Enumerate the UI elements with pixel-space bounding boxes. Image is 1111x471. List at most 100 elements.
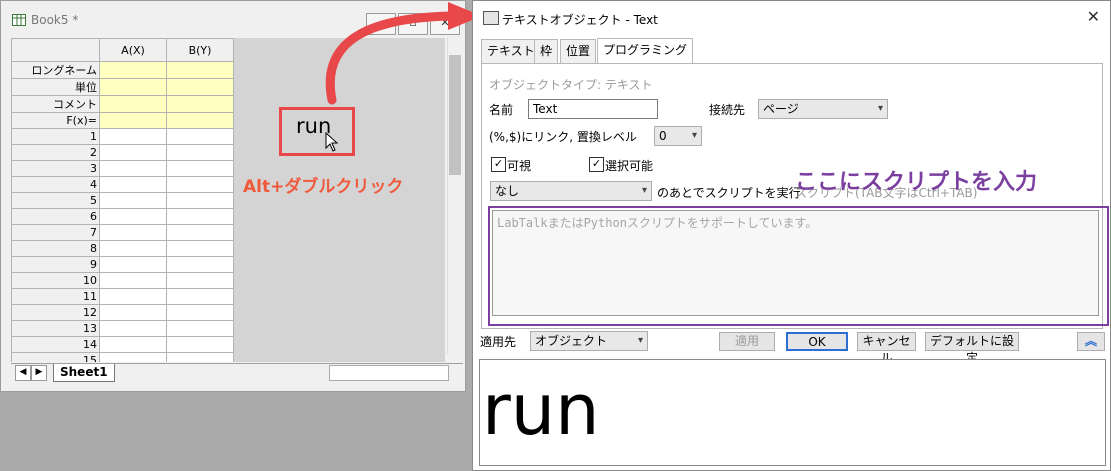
data-cell[interactable]: [99, 240, 167, 257]
meta-cell[interactable]: [166, 61, 234, 79]
data-cell[interactable]: [99, 192, 167, 209]
corner-cell[interactable]: [11, 38, 100, 62]
data-cell[interactable]: [166, 224, 234, 241]
tab-position[interactable]: 位置: [560, 39, 597, 63]
meta-cell[interactable]: [166, 78, 234, 96]
attach-select[interactable]: ページ ▾: [758, 99, 888, 119]
attach-label: 接続先: [709, 103, 746, 117]
data-cell[interactable]: [166, 256, 234, 273]
meta-cell[interactable]: [99, 112, 167, 129]
meta-row-label[interactable]: ロングネーム: [11, 61, 100, 79]
visible-checkbox[interactable]: ✓: [491, 157, 506, 172]
tab-programming[interactable]: プログラミング: [597, 38, 694, 64]
meta-row-label[interactable]: 単位: [11, 78, 100, 96]
meta-row-label[interactable]: F(x)=: [11, 112, 100, 129]
row-number[interactable]: 1: [11, 128, 100, 145]
row-number[interactable]: 4: [11, 176, 100, 193]
close-icon[interactable]: ✕: [1087, 7, 1100, 26]
data-cell[interactable]: [166, 352, 234, 362]
data-cell[interactable]: [166, 336, 234, 353]
sheet-tab[interactable]: Sheet1: [53, 364, 115, 382]
script-trigger-select[interactable]: なし ▾: [490, 181, 652, 201]
preview-pane: run: [479, 359, 1106, 466]
book-title: Book5 *: [31, 13, 79, 27]
data-cell[interactable]: [99, 160, 167, 177]
meta-cell[interactable]: [99, 61, 167, 79]
cancel-button[interactable]: キャンセル: [857, 332, 916, 365]
data-cell[interactable]: [99, 176, 167, 193]
preview-text: run: [482, 369, 600, 451]
data-cell[interactable]: [99, 336, 167, 353]
column-header-b[interactable]: B(Y): [166, 38, 234, 62]
red-arrow-icon: [325, 2, 482, 105]
row-number[interactable]: 9: [11, 256, 100, 273]
meta-row-label[interactable]: コメント: [11, 95, 100, 113]
tab-frame[interactable]: 枠: [534, 39, 559, 63]
row-number[interactable]: 11: [11, 288, 100, 305]
row-number[interactable]: 8: [11, 240, 100, 257]
data-cell[interactable]: [166, 240, 234, 257]
dialog-title-bar: テキストオブジェクト - Text ✕: [473, 1, 1110, 35]
apply-to-select[interactable]: オブジェクト ▾: [530, 331, 648, 351]
data-cell[interactable]: [166, 176, 234, 193]
tab-next-icon[interactable]: ▶: [31, 365, 47, 381]
chevron-down-icon: ▾: [877, 103, 883, 114]
script-input-hint: ここにスクリプトを入力: [795, 170, 1038, 195]
collapse-icon[interactable]: ︽: [1077, 332, 1105, 351]
meta-cell[interactable]: [99, 78, 167, 96]
data-cell[interactable]: [166, 272, 234, 289]
meta-cell[interactable]: [99, 95, 167, 113]
ok-button[interactable]: OK: [786, 332, 848, 351]
attach-value: ページ: [763, 102, 799, 116]
replace-level-select[interactable]: 0 ▾: [654, 126, 702, 146]
selectable-checkbox[interactable]: ✓: [589, 157, 604, 172]
column-header-a[interactable]: A(X): [99, 38, 167, 62]
text-object-dialog: テキストオブジェクト - Text ✕ テキスト 枠 位置 プログラミング オブ…: [472, 0, 1111, 471]
script-trigger-value: なし: [495, 184, 520, 198]
data-cell[interactable]: [166, 288, 234, 305]
row-number[interactable]: 7: [11, 224, 100, 241]
row-number[interactable]: 3: [11, 160, 100, 177]
row-number[interactable]: 12: [11, 304, 100, 321]
set-default-button[interactable]: デフォルトに設定: [925, 332, 1019, 365]
data-cell[interactable]: [166, 192, 234, 209]
apply-button[interactable]: 適用: [719, 332, 775, 351]
data-cell[interactable]: [99, 128, 167, 145]
link-label: (%,$)にリンク, 置換レベル: [489, 130, 637, 144]
data-cell[interactable]: [99, 352, 167, 362]
visible-label: 可視: [507, 159, 532, 173]
data-cell[interactable]: [99, 320, 167, 337]
meta-cell[interactable]: [166, 112, 234, 129]
data-cell[interactable]: [99, 144, 167, 161]
apply-to-value: オブジェクト: [535, 334, 608, 348]
row-number[interactable]: 13: [11, 320, 100, 337]
mouse-cursor-icon: [325, 132, 339, 152]
data-cell[interactable]: [99, 272, 167, 289]
script-textarea[interactable]: LabTalkまたはPythonスクリプトをサポートしています。: [492, 210, 1099, 316]
row-number[interactable]: 6: [11, 208, 100, 225]
meta-cell[interactable]: [166, 95, 234, 113]
row-number[interactable]: 15: [11, 352, 100, 362]
name-input[interactable]: Text: [528, 99, 658, 119]
chevron-down-icon: ▾: [637, 335, 643, 346]
row-number[interactable]: 5: [11, 192, 100, 209]
alt-double-click-label: Alt+ダブルクリック: [243, 177, 404, 197]
data-cell[interactable]: [99, 288, 167, 305]
sheet-tab-bar: ◀ ▶ Sheet1: [11, 363, 463, 382]
data-cell[interactable]: [99, 304, 167, 321]
tab-text[interactable]: テキスト: [481, 39, 541, 63]
data-cell[interactable]: [166, 304, 234, 321]
horizontal-scrollbar[interactable]: [329, 365, 449, 381]
row-number[interactable]: 2: [11, 144, 100, 161]
data-cell[interactable]: [99, 256, 167, 273]
data-cell[interactable]: [99, 224, 167, 241]
data-cell[interactable]: [166, 160, 234, 177]
tab-prev-icon[interactable]: ◀: [15, 365, 31, 381]
data-cell[interactable]: [99, 208, 167, 225]
data-cell[interactable]: [166, 320, 234, 337]
data-cell[interactable]: [166, 208, 234, 225]
row-number[interactable]: 14: [11, 336, 100, 353]
data-cell[interactable]: [166, 128, 234, 145]
data-cell[interactable]: [166, 144, 234, 161]
row-number[interactable]: 10: [11, 272, 100, 289]
